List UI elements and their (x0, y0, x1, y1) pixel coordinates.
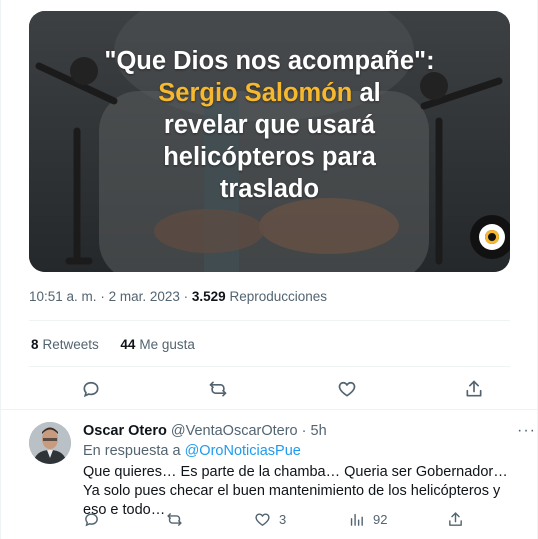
reply-likes-count: 3 (279, 511, 287, 527)
reply-icon[interactable] (80, 378, 102, 400)
share-icon[interactable] (463, 378, 485, 400)
reply-icon (85, 512, 98, 526)
divider (29, 320, 510, 321)
retweets-count: 8 (31, 337, 39, 352)
likes-stat[interactable]: 44 Me gusta (120, 337, 195, 352)
tweet-media-image[interactable]: "Que Dios nos acompañe": Sergio Salomón … (29, 11, 510, 272)
avatar-photo (29, 422, 71, 464)
reply-views-button[interactable]: 92 (348, 508, 387, 530)
headline-line-5: traslado (219, 175, 320, 203)
tweet-date[interactable]: 2 mar. 2023 (109, 289, 180, 304)
tweet-thread: "Que Dios nos acompañe": Sergio Salomón … (0, 0, 538, 539)
retweets-label: Retweets (42, 337, 99, 352)
headline-line-2-rest: al (352, 79, 381, 107)
main-tweet: "Que Dios nos acompañe": Sergio Salomón … (0, 0, 538, 410)
reply-views-count: 92 (373, 511, 388, 527)
reply-share-button[interactable] (447, 508, 464, 530)
likes-count: 44 (120, 337, 136, 352)
reply-tweet[interactable]: Oscar Otero @VentaOscarOtero · 5h ··· En… (0, 410, 538, 539)
tweet-time[interactable]: 10:51 a. m. (29, 289, 97, 304)
views-count: 3.529 (191, 289, 226, 304)
meta-separator: · (301, 423, 307, 439)
reply-author-name[interactable]: Oscar Otero (83, 423, 167, 439)
reply-time[interactable]: 5h (311, 423, 327, 439)
retweets-stat[interactable]: 8 Retweets (31, 337, 99, 352)
retweet-icon (167, 512, 182, 526)
avatar[interactable] (29, 422, 71, 464)
like-icon[interactable] (336, 378, 358, 400)
reply-retweet-button[interactable] (166, 508, 183, 530)
headline-line-4: helicópteros para (163, 143, 376, 171)
news-logo-icon (470, 215, 510, 259)
headline-line-1: "Que Dios nos acompañe": (104, 47, 435, 75)
share-icon (449, 511, 462, 526)
headline-highlight-name: Sergio Salomón (158, 79, 353, 107)
reply-actions: 3 92 (83, 508, 483, 532)
reply-header: Oscar Otero @VentaOscarOtero · 5h (83, 423, 327, 439)
views-icon (350, 513, 363, 526)
tweet-meta: 10:51 a. m. · 2 mar. 2023 · 3.529 Reprod… (29, 289, 327, 304)
tweet-actions (29, 372, 510, 406)
in-reply-to-handle-link[interactable]: @OroNoticiasPue (185, 443, 301, 459)
headline-line-2: Sergio Salomón al (29, 77, 510, 109)
retweet-icon[interactable] (207, 378, 229, 400)
reply-author-handle[interactable]: @VentaOscarOtero (171, 423, 298, 439)
in-reply-to: En respuesta a @OroNoticiasPue (83, 443, 301, 459)
like-icon (255, 512, 270, 526)
headline-line-3: revelar que usará (163, 111, 376, 139)
reply-reply-button[interactable] (83, 508, 100, 530)
meta-separator: · (183, 289, 189, 304)
tweet-stats: 8 Retweets 44 Me gusta (31, 337, 195, 352)
in-reply-to-label: En respuesta a (83, 443, 181, 459)
reply-like-button[interactable]: 3 (254, 508, 286, 530)
views-label: Reproducciones (229, 289, 328, 304)
media-headline: "Que Dios nos acompañe": Sergio Salomón … (29, 45, 510, 205)
more-options-icon[interactable]: ··· (517, 422, 536, 440)
likes-label: Me gusta (139, 337, 195, 352)
divider (29, 366, 510, 367)
meta-separator: · (100, 289, 105, 304)
